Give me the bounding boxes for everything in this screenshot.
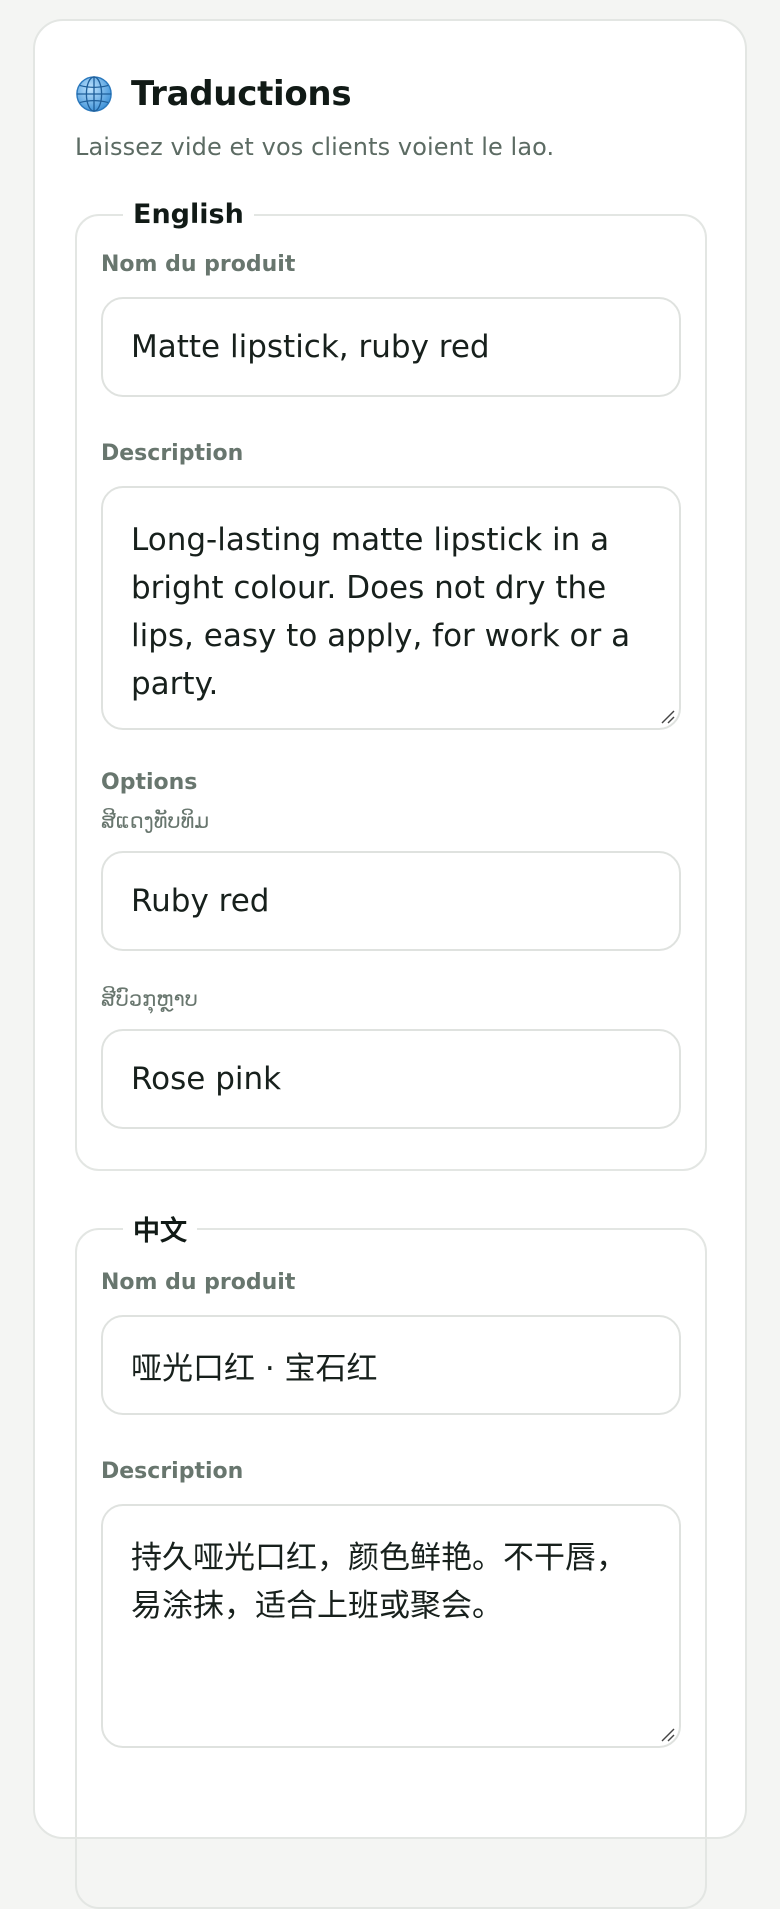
resize-handle-icon[interactable] [659, 1726, 675, 1742]
resize-handle-icon[interactable] [659, 708, 675, 724]
description-label: Description [101, 441, 244, 466]
product-name-label: Nom du produit [101, 1270, 296, 1295]
product-name-input[interactable] [101, 1315, 681, 1415]
description-textarea[interactable]: 持久哑光口红，颜色鲜艳。不干唇，易涂抹，适合上班或聚会。 [101, 1504, 681, 1748]
language-legend: 中文 [133, 1216, 187, 1247]
option-rose-input[interactable] [101, 1029, 681, 1129]
globe-icon [76, 76, 112, 112]
language-legend: English [133, 199, 244, 230]
translations-card: Traductions Laissez vide et vos clients … [33, 19, 747, 1909]
options-label: Options [101, 770, 198, 795]
language-section-english: English Nom du produit Description Long-… [75, 199, 707, 1171]
option-label-ruby: ສີແດງທັບທິມ [101, 809, 210, 833]
card-header: Traductions [75, 69, 705, 119]
description-text: 持久哑光口红，颜色鲜艳。不干唇，易涂抹，适合上班或聚会。 [131, 1540, 627, 1624]
language-section-chinese: 中文 Nom du produit Description 持久哑光口红，颜色鲜… [75, 1209, 707, 1909]
description-textarea[interactable]: Long-lasting matte lipstick in a bright … [101, 486, 681, 730]
description-text: Long-lasting matte lipstick in a bright … [131, 522, 631, 702]
option-ruby-input[interactable] [101, 851, 681, 951]
page-title: Traductions [131, 74, 352, 114]
product-name-input[interactable] [101, 297, 681, 397]
product-name-label: Nom du produit [101, 252, 296, 277]
option-label-rose: ສີບົວກຸຫຼາບ [101, 987, 198, 1011]
page-subtitle: Laissez vide et vos clients voient le la… [75, 133, 555, 161]
description-label: Description [101, 1459, 244, 1484]
